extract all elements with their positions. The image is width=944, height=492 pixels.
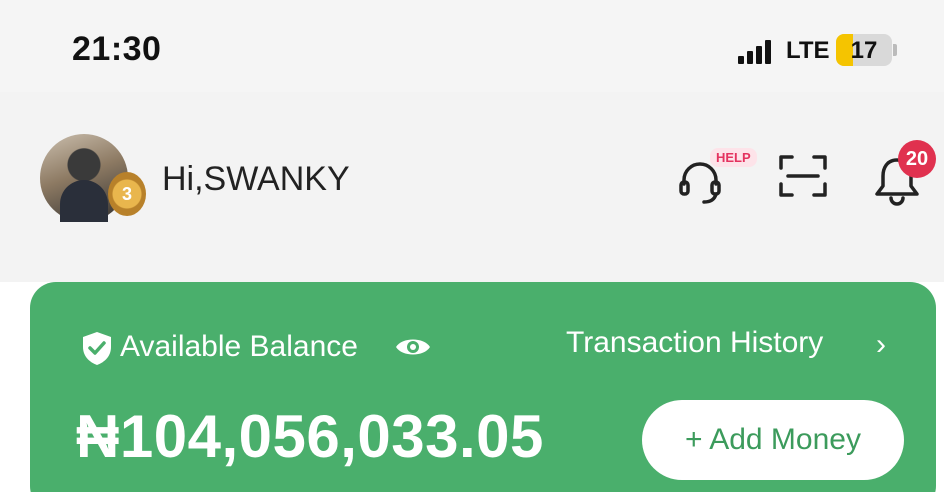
battery-nub bbox=[893, 44, 897, 56]
scan-button[interactable] bbox=[778, 154, 828, 198]
battery-icon: 17 bbox=[836, 34, 892, 66]
avatar-figure bbox=[60, 180, 108, 222]
status-bar: 21:30 LTE 17 bbox=[0, 0, 944, 92]
eye-icon[interactable] bbox=[394, 332, 432, 362]
notification-badge: 20 bbox=[898, 140, 936, 178]
notifications-button[interactable]: 20 bbox=[872, 140, 938, 210]
app-header: 3 Hi,SWANKY HELP 20 bbox=[0, 92, 944, 282]
level-badge: 3 bbox=[108, 172, 146, 216]
add-money-button[interactable]: + Add Money bbox=[642, 400, 904, 480]
scan-icon bbox=[779, 155, 827, 197]
help-tag: HELP bbox=[710, 148, 757, 167]
balance-label: Available Balance bbox=[120, 330, 358, 363]
status-time: 21:30 bbox=[72, 30, 162, 68]
greeting: Hi,SWANKY bbox=[162, 160, 350, 198]
chevron-right-icon[interactable]: › bbox=[876, 328, 886, 362]
help-button[interactable]: HELP bbox=[676, 146, 757, 206]
battery-level: 17 bbox=[850, 37, 878, 64]
network-type: LTE bbox=[786, 37, 830, 64]
balance-card: Available Balance Transaction History › … bbox=[30, 282, 936, 492]
signal-icon bbox=[738, 40, 772, 64]
shield-check-icon bbox=[83, 332, 111, 365]
transaction-history-link[interactable]: Transaction History bbox=[566, 326, 823, 360]
balance-amount: ₦104,056,033.05 bbox=[76, 403, 544, 470]
